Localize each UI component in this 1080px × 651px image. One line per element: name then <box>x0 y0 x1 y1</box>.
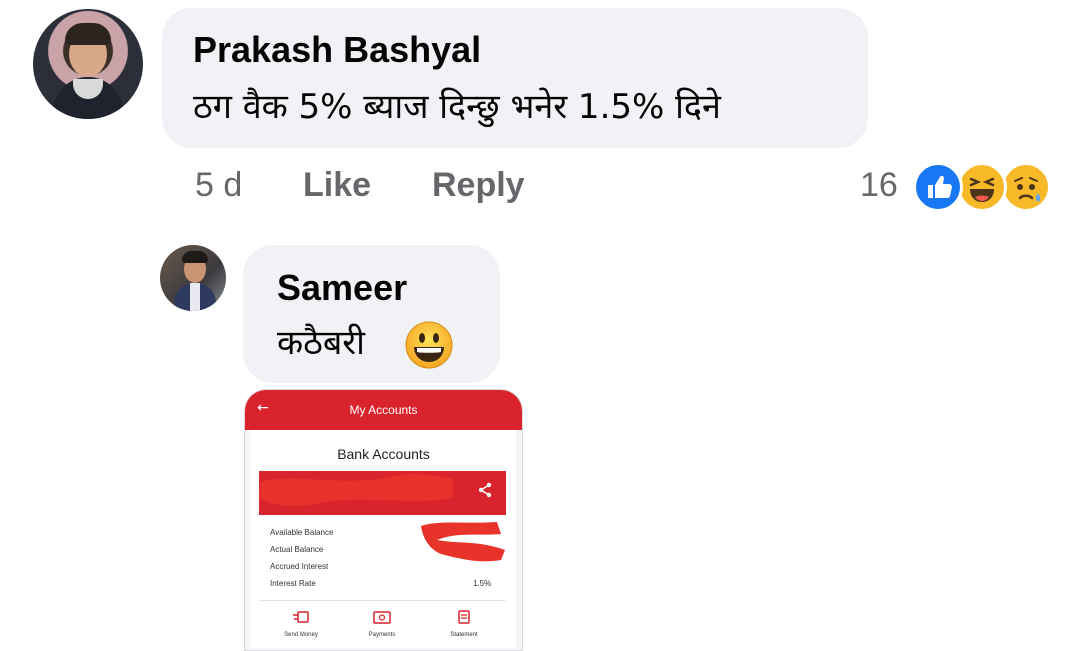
statement-icon <box>458 610 470 624</box>
comment-text: ठग वैक 5% ब्याज दिन्छु भनेर 1.5% दिने <box>193 87 721 127</box>
redaction-scribble-icon <box>259 474 453 507</box>
row-available-balance: Available Balance <box>270 528 334 537</box>
payments-action: Payments <box>352 610 412 638</box>
send-money-label: Send Money <box>284 632 318 638</box>
reply-author-name[interactable]: Sameer <box>277 267 407 309</box>
reply-text: कठैबरी <box>277 323 365 363</box>
statement-label: Statement <box>450 632 478 638</box>
payments-icon <box>373 611 391 624</box>
haha-icon[interactable] <box>957 162 1007 212</box>
actions-divider <box>259 600 506 601</box>
like-button[interactable]: Like <box>303 166 371 205</box>
row-accrued-interest: Accrued Interest <box>270 562 329 571</box>
reply-button[interactable]: Reply <box>432 166 525 205</box>
comment-timestamp[interactable]: 5 d <box>195 166 242 205</box>
reply-avatar[interactable] <box>160 245 226 311</box>
reaction-count[interactable]: 16 <box>860 166 898 205</box>
like-icon[interactable] <box>913 162 963 212</box>
payments-label: Payments <box>368 632 396 638</box>
interest-rate-value: 1.5% <box>473 579 492 588</box>
attached-screenshot[interactable]: ← My Accounts Bank Accounts Available Ba… <box>244 389 523 651</box>
send-money-icon <box>293 611 309 623</box>
app-header-title: My Accounts <box>349 403 418 417</box>
row-actual-balance: Actual Balance <box>270 545 324 554</box>
row-interest-rate: Interest Rate <box>270 579 316 588</box>
send-money-action: Send Money <box>271 610 331 638</box>
avatar-hair <box>65 23 111 45</box>
avatar-shirt <box>190 283 200 311</box>
redaction-scribble-icon <box>421 522 505 562</box>
share-icon <box>477 482 493 502</box>
avatar-hair <box>182 251 208 263</box>
card-title: Bank Accounts <box>337 446 430 462</box>
commenter-avatar[interactable] <box>33 9 143 119</box>
grinning-face-icon <box>405 321 453 369</box>
statement-action: Statement <box>434 610 494 638</box>
sad-icon[interactable] <box>1001 162 1051 212</box>
comment-author-name[interactable]: Prakash Bashyal <box>193 29 481 71</box>
